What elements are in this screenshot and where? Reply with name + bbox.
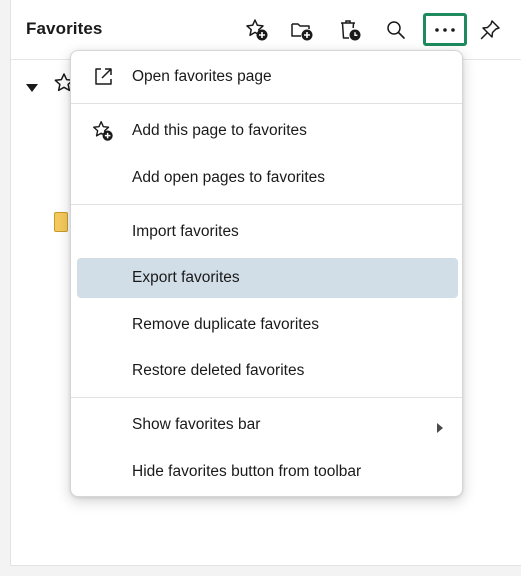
menu-item-label: Open favorites page — [132, 68, 272, 85]
add-folder-button[interactable] — [284, 14, 320, 46]
menu-item-hide-favorites-button[interactable]: Hide favorites button from toolbar — [77, 453, 458, 491]
open-external-icon — [91, 66, 115, 88]
menu-separator — [71, 204, 462, 205]
pin-button[interactable] — [472, 14, 508, 46]
folder-icon — [54, 212, 68, 232]
menu-item-label: Hide favorites button from toolbar — [132, 463, 362, 480]
menu-separator — [71, 397, 462, 398]
menu-item-open-favorites-page[interactable]: Open favorites page — [77, 58, 458, 96]
menu-separator — [71, 103, 462, 104]
more-options-button[interactable] — [423, 13, 467, 46]
search-icon — [387, 21, 405, 39]
menu-item-show-favorites-bar[interactable]: Show favorites bar — [77, 406, 458, 444]
more-options-menu: Open favorites page Add this page to fav… — [70, 50, 463, 497]
menu-item-restore-deleted[interactable]: Restore deleted favorites — [77, 352, 458, 390]
search-favorites-button[interactable] — [378, 14, 414, 46]
folder-plus-icon — [291, 23, 313, 41]
add-page-to-favorites-button[interactable] — [239, 14, 275, 46]
menu-item-label: Remove duplicate favorites — [132, 316, 319, 333]
menu-item-export-favorites[interactable]: Export favorites — [77, 258, 458, 298]
star-plus-icon — [91, 120, 115, 142]
menu-item-label: Show favorites bar — [132, 416, 261, 433]
pin-icon — [480, 20, 500, 40]
more-horizontal-icon — [435, 27, 455, 32]
menu-item-label: Add this page to favorites — [132, 122, 307, 139]
deleted-favorites-button[interactable] — [332, 14, 368, 46]
menu-item-import-favorites[interactable]: Import favorites — [77, 213, 458, 251]
menu-item-label: Restore deleted favorites — [132, 362, 305, 379]
chevron-right-icon — [436, 420, 444, 438]
menu-item-add-open-pages[interactable]: Add open pages to favorites — [77, 159, 458, 197]
menu-item-label: Add open pages to favorites — [132, 169, 326, 186]
menu-item-label: Import favorites — [132, 223, 239, 240]
expand-caret-icon[interactable] — [25, 80, 39, 98]
menu-item-remove-duplicates[interactable]: Remove duplicate favorites — [77, 306, 458, 344]
trash-clock-icon — [341, 20, 361, 41]
page-title: Favorites — [26, 19, 103, 38]
menu-item-label: Export favorites — [132, 269, 240, 286]
star-plus-icon — [246, 19, 268, 41]
menu-item-add-this-page[interactable]: Add this page to favorites — [77, 112, 458, 150]
